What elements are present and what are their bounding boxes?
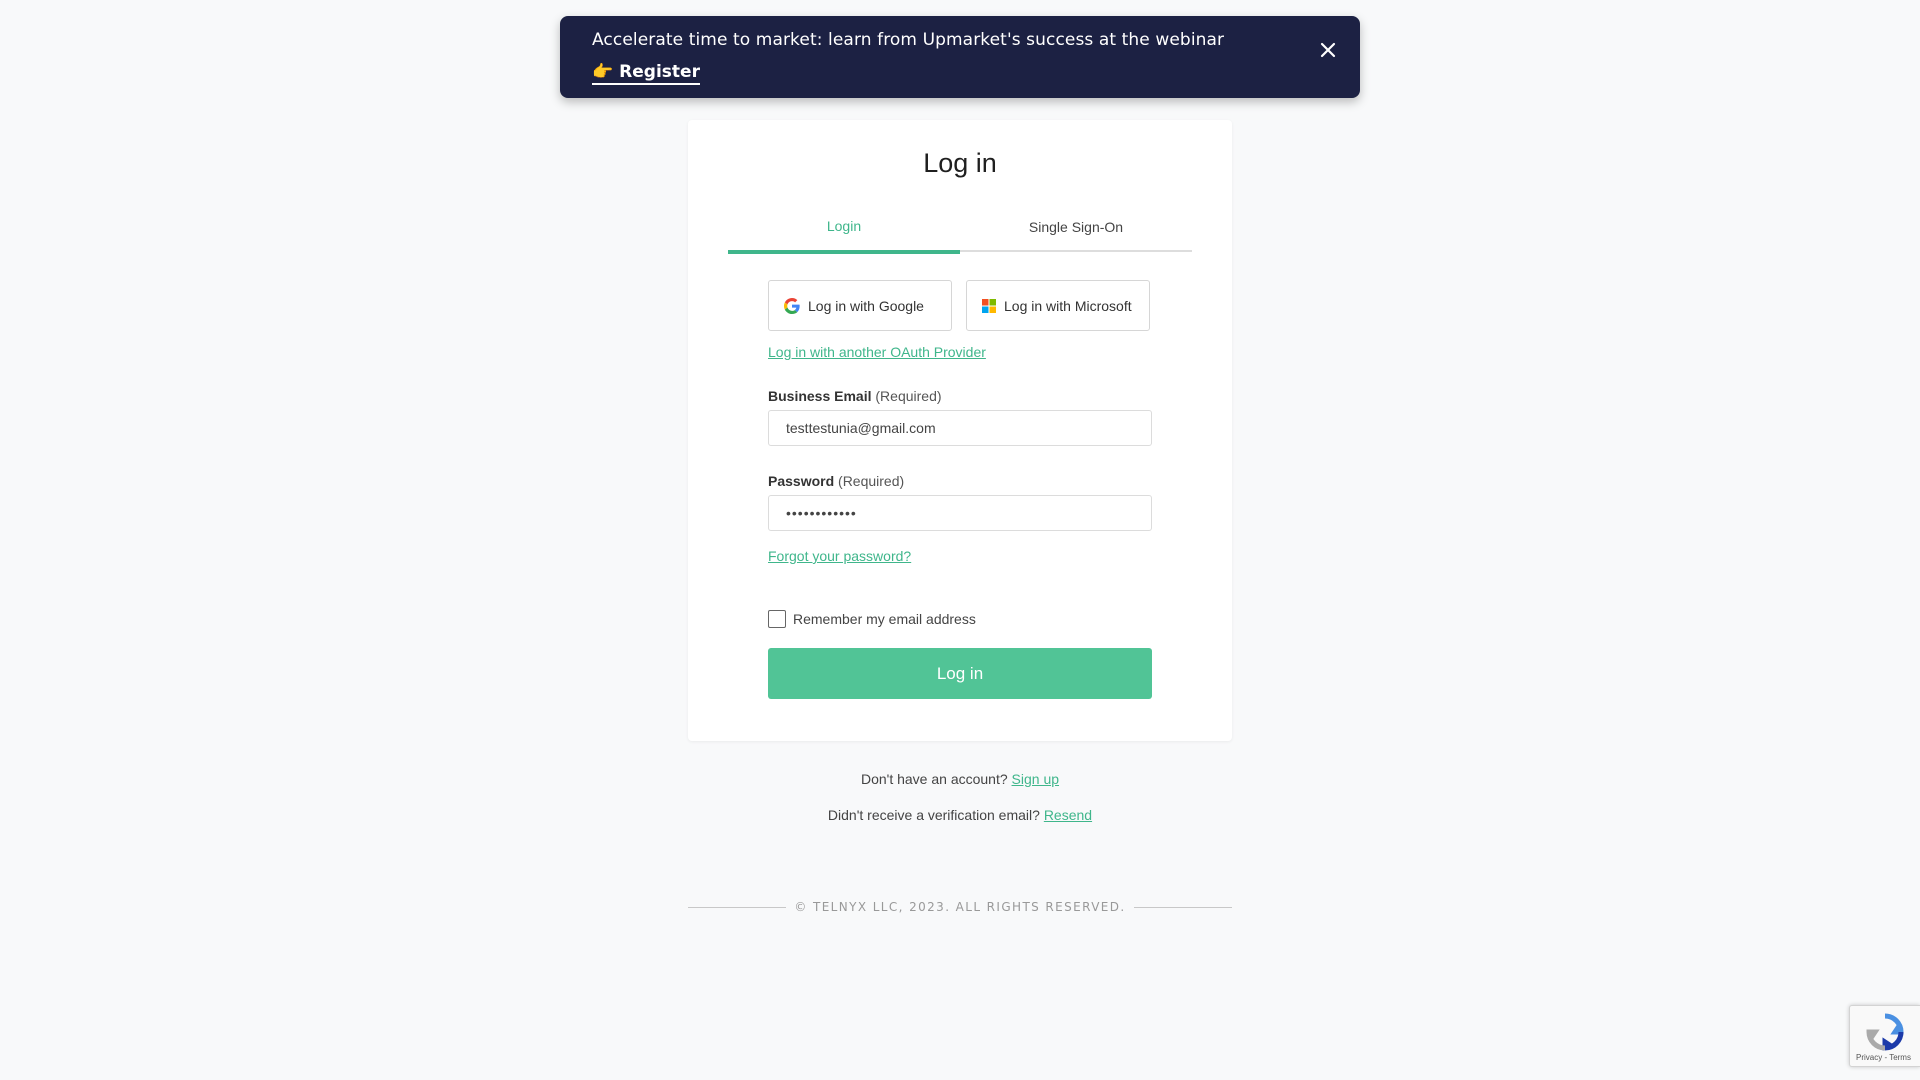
register-label: Register bbox=[619, 62, 700, 82]
remember-checkbox[interactable] bbox=[768, 610, 786, 628]
password-field[interactable] bbox=[768, 495, 1152, 531]
resend-prompt: Didn't receive a verification email? Res… bbox=[688, 807, 1232, 823]
recaptcha-icon bbox=[1866, 1013, 1904, 1056]
copyright-text: © TELNYX LLC, 2023. ALL RIGHTS RESERVED. bbox=[794, 900, 1126, 914]
password-label: Password (Required) bbox=[768, 473, 904, 489]
footer: © TELNYX LLC, 2023. ALL RIGHTS RESERVED. bbox=[688, 900, 1232, 914]
email-label-text: Business Email bbox=[768, 388, 872, 404]
footer-divider-right bbox=[1133, 906, 1232, 908]
google-login-label: Log in with Google bbox=[808, 297, 924, 314]
banner-text: Accelerate time to market: learn from Up… bbox=[592, 30, 1225, 50]
signup-link[interactable]: Sign up bbox=[1012, 771, 1059, 787]
tab-login[interactable]: Login bbox=[728, 206, 960, 254]
page-title: Log in bbox=[923, 148, 997, 178]
pointing-hand-icon: 👉 bbox=[592, 62, 614, 82]
remember-label: Remember my email address bbox=[793, 611, 976, 627]
email-label: Business Email (Required) bbox=[768, 388, 942, 404]
login-tabs: Login Single Sign-On bbox=[728, 206, 1192, 254]
google-login-button[interactable]: Log in with Google bbox=[768, 280, 952, 331]
microsoft-login-button[interactable]: Log in with Microsoft bbox=[966, 280, 1150, 331]
close-icon[interactable] bbox=[1320, 42, 1336, 58]
resend-link[interactable]: Resend bbox=[1044, 807, 1092, 823]
footer-divider-left bbox=[688, 906, 787, 908]
microsoft-icon bbox=[982, 298, 996, 313]
recaptcha-badge[interactable]: Privacy - Terms bbox=[1849, 1005, 1920, 1067]
password-label-text: Password bbox=[768, 473, 835, 489]
google-icon bbox=[784, 297, 800, 314]
resend-text: Didn't receive a verification email? bbox=[827, 807, 1040, 823]
signup-text: Don't have an account? bbox=[860, 771, 1008, 787]
microsoft-login-label: Log in with Microsoft bbox=[1004, 297, 1132, 314]
email-required: (Required) bbox=[875, 388, 942, 404]
email-field[interactable] bbox=[768, 410, 1152, 446]
tab-single-sign-on[interactable]: Single Sign-On bbox=[960, 206, 1192, 252]
password-required: (Required) bbox=[838, 473, 905, 489]
login-button[interactable]: Log in bbox=[768, 648, 1152, 699]
remember-email: Remember my email address bbox=[768, 610, 976, 628]
other-oauth-link[interactable]: Log in with another OAuth Provider bbox=[768, 344, 986, 360]
recaptcha-terms[interactable]: Privacy - Terms bbox=[1856, 1053, 1911, 1062]
signup-prompt: Don't have an account? Sign up bbox=[688, 771, 1232, 787]
webinar-banner: Accelerate time to market: learn from Up… bbox=[560, 16, 1360, 98]
register-link[interactable]: 👉 Register bbox=[592, 62, 700, 85]
forgot-password-link[interactable]: Forgot your password? bbox=[768, 548, 911, 564]
